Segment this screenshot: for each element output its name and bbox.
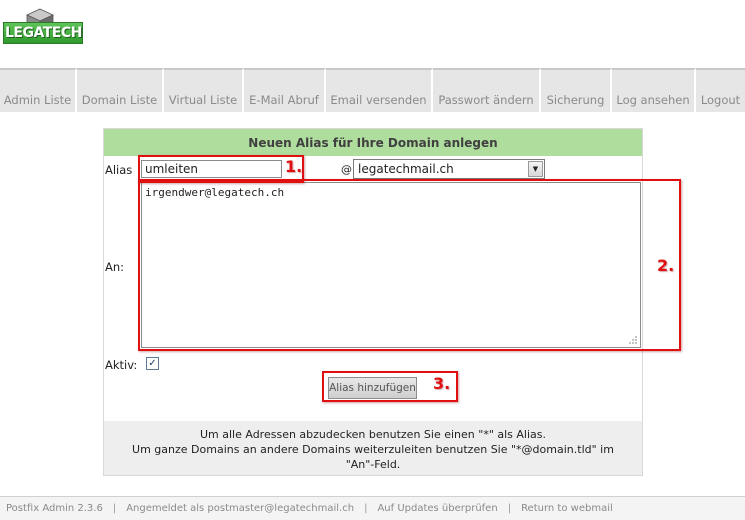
footer-check-updates-link[interactable]: Auf Updates überprüfen: [377, 503, 497, 514]
nav-admin-liste[interactable]: Admin Liste: [0, 68, 77, 112]
domain-select[interactable]: legatechmail.ch ▼: [353, 159, 545, 179]
nav-domain-liste[interactable]: Domain Liste: [77, 68, 164, 112]
footer-version: Postfix Admin 2.3.6: [6, 503, 103, 514]
main-nav: Admin Liste Domain Liste Virtual Liste E…: [0, 68, 745, 112]
annotation-number-2: 2.: [657, 256, 675, 275]
footer: Postfix Admin 2.3.6 | Angemeldet als pos…: [0, 496, 745, 520]
help-line-1: Um alle Adressen abzudecken benutzen Sie…: [199, 428, 547, 441]
nav-sicherung[interactable]: Sicherung: [541, 68, 612, 112]
nav-passwort-aendern[interactable]: Passwort ändern: [433, 68, 541, 112]
help-line-3: "An"-Feld.: [345, 458, 401, 471]
annotation-number-3: 3.: [433, 374, 451, 393]
nav-logout[interactable]: Logout: [696, 68, 745, 112]
nav-email-abruf[interactable]: E-Mail Abruf: [244, 68, 326, 112]
help-text: Um alle Adressen abzudecken benutzen Sie…: [104, 421, 642, 475]
nav-email-versenden[interactable]: Email versenden: [326, 68, 433, 112]
active-label: Aktiv:: [105, 358, 138, 372]
to-label: An:: [105, 260, 125, 274]
logo: LEGATECH: [3, 8, 83, 48]
nav-virtual-liste[interactable]: Virtual Liste: [164, 68, 244, 112]
checkmark-icon: ✓: [148, 358, 157, 369]
logo-text: LEGATECH: [5, 25, 82, 41]
chevron-down-icon[interactable]: ▼: [528, 161, 543, 177]
form-title: Neuen Alias für Ihre Domain anlegen: [104, 129, 642, 156]
footer-separator: |: [507, 503, 512, 514]
footer-webmail-link[interactable]: Return to webmail: [521, 503, 613, 514]
annotation-number-1: 1.: [285, 157, 303, 176]
help-line-2: Um ganze Domains an andere Domains weite…: [132, 443, 614, 456]
at-sign: @: [341, 163, 352, 176]
active-checkbox[interactable]: ✓: [146, 357, 159, 370]
footer-separator: |: [112, 503, 117, 514]
footer-logged-in: Angemeldet als postmaster@legatechmail.c…: [126, 503, 355, 514]
nav-log-ansehen[interactable]: Log ansehen: [612, 68, 696, 112]
annotation-box-2: [138, 179, 681, 351]
footer-separator: |: [364, 503, 368, 514]
domain-select-value: legatechmail.ch: [358, 162, 454, 176]
alias-label: Alias: [105, 163, 133, 177]
